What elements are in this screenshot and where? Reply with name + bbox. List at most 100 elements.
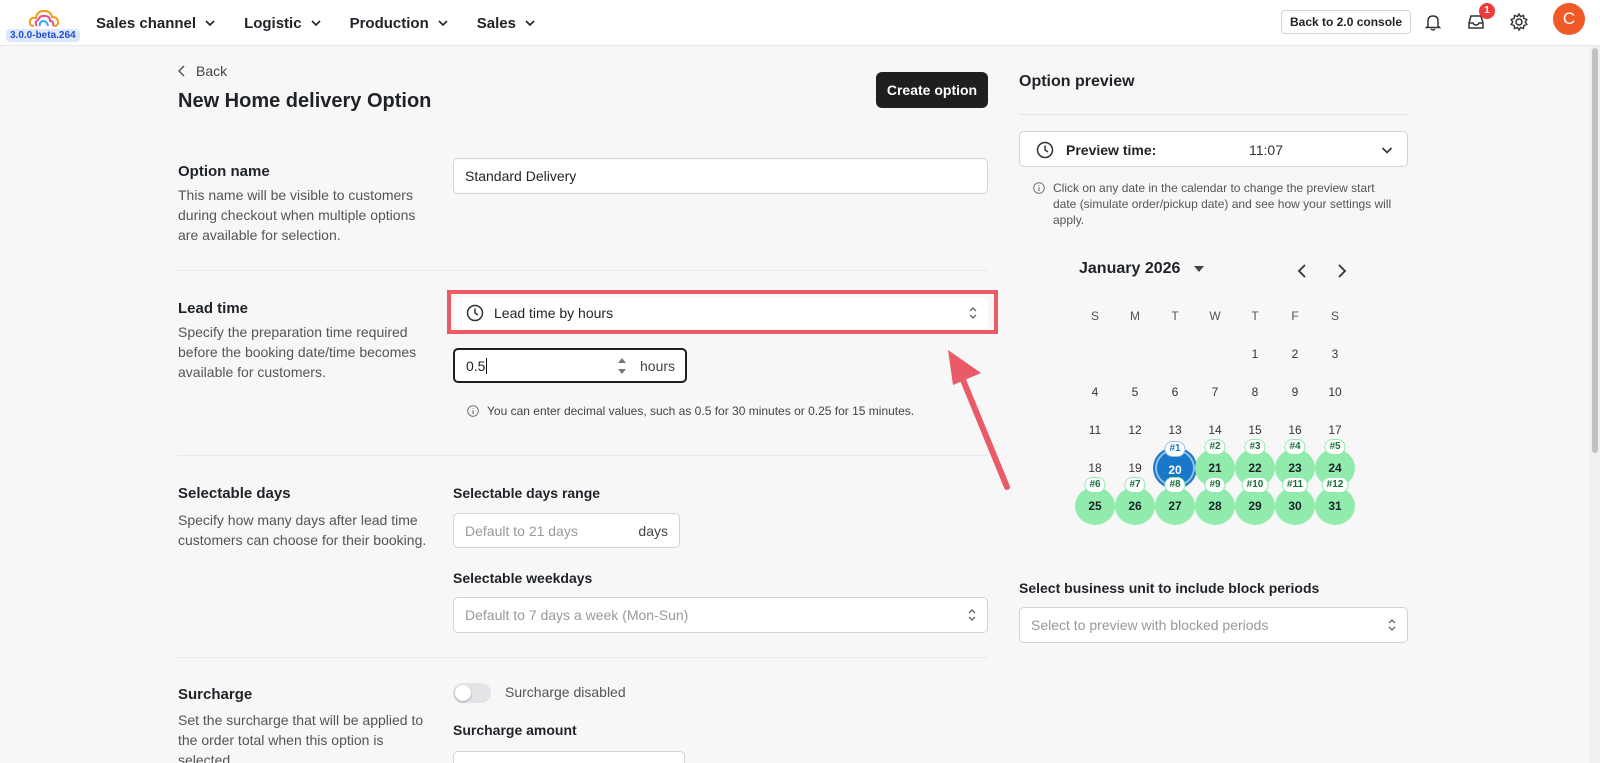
calendar-day[interactable]: 3 — [1315, 335, 1355, 373]
slot-index-badge: #8 — [1165, 478, 1185, 492]
text-cursor — [486, 357, 488, 374]
notification-badge: 1 — [1479, 3, 1495, 19]
calendar-month-select[interactable]: January 2026 — [1079, 260, 1205, 278]
calendar-day[interactable]: #12 31 — [1315, 478, 1355, 525]
slot-index-badge: #12 — [1322, 478, 1348, 492]
calendar-day[interactable]: #11 30 — [1275, 478, 1315, 525]
lead-time-hours-input[interactable]: 0.5 hours — [453, 348, 687, 383]
nav-logistic[interactable]: Logistic — [244, 15, 322, 32]
lead-time-hint: You can enter decimal values, such as 0.… — [467, 404, 914, 418]
slot-index-badge: #9 — [1205, 478, 1225, 492]
chevron-left-icon — [178, 65, 185, 77]
slot-index-badge: #6 — [1085, 478, 1105, 492]
preview-time-value: 11:07 — [1249, 142, 1283, 158]
option-name-title: Option name — [178, 163, 270, 180]
weekdays-select[interactable]: Default to 7 days a week (Mon-Sun) — [453, 597, 988, 633]
surcharge-amount-input[interactable] — [453, 751, 685, 763]
calendar-day[interactable]: #6 25 — [1075, 478, 1115, 525]
days-range-input[interactable]: Default to 21 days days — [453, 513, 680, 548]
slot-index-badge: #3 — [1245, 440, 1265, 454]
business-unit-placeholder: Select to preview with blocked periods — [1031, 617, 1269, 633]
hours-unit: hours — [640, 358, 676, 374]
scrollbar-thumb[interactable] — [1592, 48, 1598, 453]
section-divider — [178, 455, 988, 456]
section-divider — [178, 270, 988, 271]
business-unit-label: Select business unit to include block pe… — [1019, 580, 1320, 596]
calendar-day[interactable]: 10 — [1315, 373, 1355, 411]
brand-logo-icon[interactable] — [28, 8, 60, 30]
calendar-day[interactable]: 6 — [1155, 373, 1195, 411]
preview-note: Click on any date in the calendar to cha… — [1033, 180, 1393, 228]
calendar-day[interactable]: 1 — [1235, 335, 1275, 373]
option-preview-title: Option preview — [1019, 73, 1135, 90]
back-link[interactable]: Back — [178, 63, 227, 79]
slot-index-badge: #11 — [1282, 478, 1308, 492]
lead-time-title: Lead time — [178, 300, 249, 317]
clock-icon — [1036, 141, 1054, 159]
calendar-day[interactable]: 5 — [1115, 373, 1155, 411]
business-unit-select[interactable]: Select to preview with blocked periods — [1019, 607, 1408, 643]
updown-chevron-icon — [969, 307, 977, 319]
surcharge-toggle[interactable] — [453, 683, 491, 703]
option-name-input[interactable]: Standard Delivery — [453, 158, 988, 194]
nav-production[interactable]: Production — [350, 15, 449, 32]
preview-time-label: Preview time: — [1066, 142, 1157, 158]
main-nav: Sales channel Logistic Production Sales — [96, 0, 536, 46]
top-nav-bar: 3.0.0-beta.264 Sales channel Logistic Pr… — [0, 0, 1600, 46]
calendar-day[interactable]: 11 — [1075, 411, 1115, 449]
page-scrollbar[interactable] — [1590, 46, 1600, 763]
surcharge-title: Surcharge — [178, 686, 253, 703]
slot-index-badge: #1 — [1165, 442, 1185, 456]
calendar-day[interactable]: #10 29 — [1235, 478, 1275, 525]
calendar-day[interactable]: 9 — [1275, 373, 1315, 411]
surcharge-amount-label: Surcharge amount — [453, 722, 577, 738]
days-range-placeholder: Default to 21 days — [465, 522, 578, 539]
calendar-day[interactable]: #7 26 — [1115, 478, 1155, 525]
lead-time-desc: Specify the preparation time required be… — [178, 324, 417, 380]
caret-down-icon — [1194, 266, 1205, 272]
gear-icon[interactable] — [1509, 12, 1529, 32]
weekday-header: F — [1291, 309, 1299, 323]
chevron-down-icon — [525, 20, 535, 27]
preview-time-select[interactable]: Preview time: 11:07 — [1019, 131, 1408, 167]
slot-index-badge: #7 — [1125, 478, 1145, 492]
option-name-value: Standard Delivery — [465, 168, 577, 184]
nav-sales-channel[interactable]: Sales channel — [96, 15, 216, 32]
calendar-month-label: January 2026 — [1079, 260, 1181, 277]
prev-month-icon[interactable] — [1295, 263, 1309, 279]
updown-chevron-icon — [968, 609, 976, 621]
weekday-header: T — [1251, 309, 1259, 323]
calendar-day[interactable]: #9 28 — [1195, 478, 1235, 525]
create-option-button[interactable]: Create option — [876, 72, 988, 108]
slot-index-badge: #10 — [1242, 478, 1268, 492]
hint-text: You can enter decimal values, such as 0.… — [487, 404, 915, 418]
slot-index-badge: #4 — [1285, 440, 1305, 454]
calendar-day[interactable]: #8 27 — [1155, 478, 1195, 525]
version-badge: 3.0.0-beta.264 — [6, 29, 80, 42]
calendar-day[interactable]: 8 — [1235, 373, 1275, 411]
calendar-day[interactable]: 2 — [1275, 335, 1315, 373]
chevron-down-icon — [205, 20, 215, 27]
nav-sales[interactable]: Sales — [477, 15, 536, 32]
stepper-icon[interactable] — [617, 355, 627, 377]
user-avatar[interactable]: C — [1553, 3, 1585, 35]
annotation-arrow-icon — [948, 350, 1010, 490]
days-range-label: Selectable days range — [453, 485, 601, 501]
calendar-day[interactable]: 7 — [1195, 373, 1235, 411]
next-month-icon[interactable] — [1335, 263, 1349, 279]
nav-label: Logistic — [244, 14, 302, 32]
updown-chevron-icon — [1388, 619, 1396, 631]
calendar-day[interactable]: 12 — [1115, 411, 1155, 449]
bell-icon[interactable] — [1423, 12, 1443, 32]
lead-time-mode-select[interactable]: Lead time by hours — [455, 297, 988, 329]
back-to-console-button[interactable]: Back to 2.0 console — [1281, 10, 1412, 34]
surcharge-desc: Set the surcharge that will be applied t… — [178, 712, 424, 763]
nav-label: Sales — [476, 14, 516, 32]
back-label: Back — [196, 63, 228, 79]
section-divider — [178, 657, 988, 658]
calendar-day[interactable]: 4 — [1075, 373, 1115, 411]
chevron-down-icon — [438, 20, 448, 27]
slot-index-badge: #5 — [1325, 440, 1345, 454]
clock-icon — [466, 304, 484, 322]
nav-label: Production — [349, 14, 429, 32]
